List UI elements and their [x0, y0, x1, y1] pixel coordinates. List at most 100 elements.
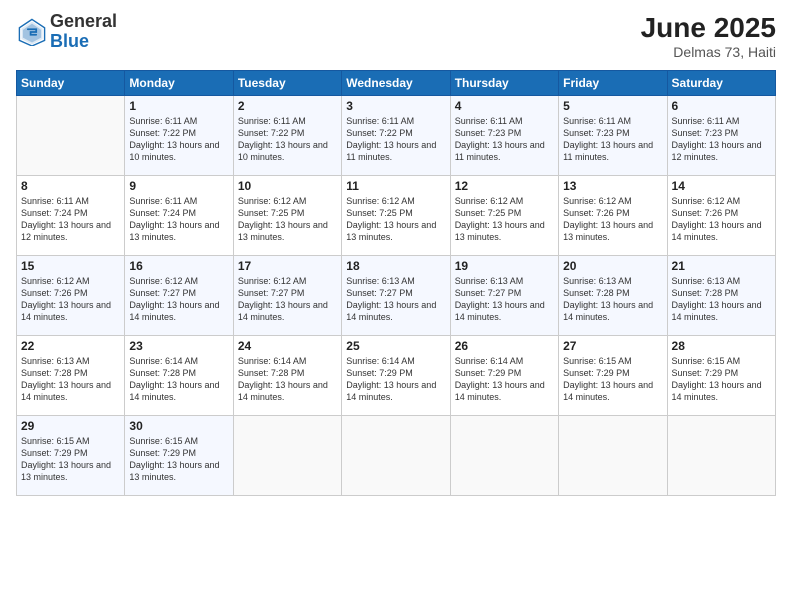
day-info: Sunrise: 6:14 AMSunset: 7:28 PMDaylight:… — [129, 355, 228, 404]
day-info: Sunrise: 6:15 AMSunset: 7:29 PMDaylight:… — [563, 355, 662, 404]
day-number: 5 — [563, 99, 662, 113]
day-number: 23 — [129, 339, 228, 353]
day-info: Sunrise: 6:12 AMSunset: 7:25 PMDaylight:… — [346, 195, 445, 244]
day-info: Sunrise: 6:12 AMSunset: 7:25 PMDaylight:… — [238, 195, 337, 244]
day-info: Sunrise: 6:15 AMSunset: 7:29 PMDaylight:… — [672, 355, 771, 404]
day-info: Sunrise: 6:13 AMSunset: 7:28 PMDaylight:… — [672, 275, 771, 324]
table-row: 4Sunrise: 6:11 AMSunset: 7:23 PMDaylight… — [450, 96, 558, 176]
month-year: June 2025 — [641, 12, 776, 44]
day-info: Sunrise: 6:13 AMSunset: 7:27 PMDaylight:… — [455, 275, 554, 324]
table-row: 28 Sunrise: 6:15 AMSunset: 7:29 PMDayligh… — [667, 336, 775, 416]
day-number: 6 — [672, 99, 771, 113]
table-row: 11 Sunrise: 6:12 AMSunset: 7:25 PMDayligh… — [342, 176, 450, 256]
col-header-wednesday: Wednesday — [342, 71, 450, 96]
day-number: 28 — [672, 339, 771, 353]
day-number: 11 — [346, 179, 445, 193]
day-number: 21 — [672, 259, 771, 273]
table-row: 24 Sunrise: 6:14 AMSunset: 7:28 PMDayligh… — [233, 336, 341, 416]
day-number: 12 — [455, 179, 554, 193]
table-row: 13 Sunrise: 6:12 AMSunset: 7:26 PMDayligh… — [559, 176, 667, 256]
header: General Blue June 2025 Delmas 73, Haiti — [16, 12, 776, 60]
day-number: 19 — [455, 259, 554, 273]
day-info: Sunrise: 6:13 AMSunset: 7:28 PMDaylight:… — [563, 275, 662, 324]
day-number: 13 — [563, 179, 662, 193]
day-info: Sunrise: 6:11 AMSunset: 7:23 PMDaylight:… — [563, 115, 662, 164]
page: General Blue June 2025 Delmas 73, Haiti … — [0, 0, 792, 612]
col-header-friday: Friday — [559, 71, 667, 96]
day-number: 24 — [238, 339, 337, 353]
day-info: Sunrise: 6:11 AMSunset: 7:23 PMDaylight:… — [672, 115, 771, 164]
location: Delmas 73, Haiti — [641, 44, 776, 60]
col-header-thursday: Thursday — [450, 71, 558, 96]
table-row: 26 Sunrise: 6:14 AMSunset: 7:29 PMDayligh… — [450, 336, 558, 416]
day-number: 10 — [238, 179, 337, 193]
table-row — [559, 416, 667, 496]
day-number: 14 — [672, 179, 771, 193]
table-row: 10 Sunrise: 6:12 AMSunset: 7:25 PMDayligh… — [233, 176, 341, 256]
day-info: Sunrise: 6:12 AMSunset: 7:26 PMDaylight:… — [672, 195, 771, 244]
day-info: Sunrise: 6:15 AMSunset: 7:29 PMDaylight:… — [129, 435, 228, 484]
day-number: 9 — [129, 179, 228, 193]
day-number: 2 — [238, 99, 337, 113]
table-row: 29 Sunrise: 6:15 AMSunset: 7:29 PMDayligh… — [17, 416, 125, 496]
table-row: 20Sunrise: 6:13 AMSunset: 7:28 PMDayligh… — [559, 256, 667, 336]
table-row: 8Sunrise: 6:11 AMSunset: 7:24 PMDaylight… — [17, 176, 125, 256]
logo-general-text: General — [50, 12, 117, 32]
day-number: 16 — [129, 259, 228, 273]
day-info: Sunrise: 6:12 AMSunset: 7:27 PMDaylight:… — [129, 275, 228, 324]
day-number: 3 — [346, 99, 445, 113]
day-info: Sunrise: 6:11 AMSunset: 7:22 PMDaylight:… — [238, 115, 337, 164]
day-number: 29 — [21, 419, 120, 433]
calendar-week-1: 1 Sunrise: 6:11 AMSunset: 7:22 PMDaylight… — [17, 96, 776, 176]
day-info: Sunrise: 6:11 AMSunset: 7:24 PMDaylight:… — [21, 195, 120, 244]
col-header-monday: Monday — [125, 71, 233, 96]
day-info: Sunrise: 6:14 AMSunset: 7:29 PMDaylight:… — [346, 355, 445, 404]
calendar-week-4: 22 Sunrise: 6:13 AMSunset: 7:28 PMDayligh… — [17, 336, 776, 416]
day-info: Sunrise: 6:11 AMSunset: 7:24 PMDaylight:… — [129, 195, 228, 244]
day-info: Sunrise: 6:14 AMSunset: 7:29 PMDaylight:… — [455, 355, 554, 404]
day-number: 17 — [238, 259, 337, 273]
calendar-week-5: 29 Sunrise: 6:15 AMSunset: 7:29 PMDayligh… — [17, 416, 776, 496]
day-number: 27 — [563, 339, 662, 353]
day-number: 25 — [346, 339, 445, 353]
day-number: 15 — [21, 259, 120, 273]
table-row: 17 Sunrise: 6:12 AMSunset: 7:27 PMDayligh… — [233, 256, 341, 336]
day-info: Sunrise: 6:11 AMSunset: 7:22 PMDaylight:… — [346, 115, 445, 164]
col-header-tuesday: Tuesday — [233, 71, 341, 96]
calendar-table: SundayMondayTuesdayWednesdayThursdayFrid… — [16, 70, 776, 496]
col-header-saturday: Saturday — [667, 71, 775, 96]
table-row: 27 Sunrise: 6:15 AMSunset: 7:29 PMDayligh… — [559, 336, 667, 416]
table-row: 14 Sunrise: 6:12 AMSunset: 7:26 PMDayligh… — [667, 176, 775, 256]
calendar-week-3: 15 Sunrise: 6:12 AMSunset: 7:26 PMDayligh… — [17, 256, 776, 336]
day-number: 1 — [129, 99, 228, 113]
day-number: 22 — [21, 339, 120, 353]
table-row: 1Sunrise: 6:11 AMSunset: 7:22 PMDaylight… — [125, 96, 233, 176]
table-row: 18Sunrise: 6:13 AMSunset: 7:27 PMDayligh… — [342, 256, 450, 336]
table-row — [17, 96, 125, 176]
day-number: 26 — [455, 339, 554, 353]
table-row — [450, 416, 558, 496]
table-row: 12Sunrise: 6:12 AMSunset: 7:25 PMDayligh… — [450, 176, 558, 256]
calendar-week-2: 8Sunrise: 6:11 AMSunset: 7:24 PMDaylight… — [17, 176, 776, 256]
table-row: 16 Sunrise: 6:12 AMSunset: 7:27 PMDayligh… — [125, 256, 233, 336]
table-row: 19 Sunrise: 6:13 AMSunset: 7:27 PMDayligh… — [450, 256, 558, 336]
day-info: Sunrise: 6:12 AMSunset: 7:26 PMDaylight:… — [563, 195, 662, 244]
table-row: 2 Sunrise: 6:11 AMSunset: 7:22 PMDaylight… — [233, 96, 341, 176]
day-info: Sunrise: 6:15 AMSunset: 7:29 PMDaylight:… — [21, 435, 120, 484]
table-row: 3 Sunrise: 6:11 AMSunset: 7:22 PMDaylight… — [342, 96, 450, 176]
col-header-sunday: Sunday — [17, 71, 125, 96]
calendar-header-row: SundayMondayTuesdayWednesdayThursdayFrid… — [17, 71, 776, 96]
generalblue-icon — [18, 18, 46, 46]
table-row — [667, 416, 775, 496]
day-info: Sunrise: 6:12 AMSunset: 7:26 PMDaylight:… — [21, 275, 120, 324]
day-info: Sunrise: 6:14 AMSunset: 7:28 PMDaylight:… — [238, 355, 337, 404]
day-info: Sunrise: 6:13 AMSunset: 7:27 PMDaylight:… — [346, 275, 445, 324]
table-row — [342, 416, 450, 496]
table-row: 22 Sunrise: 6:13 AMSunset: 7:28 PMDayligh… — [17, 336, 125, 416]
table-row: 21 Sunrise: 6:13 AMSunset: 7:28 PMDayligh… — [667, 256, 775, 336]
table-row: 30 Sunrise: 6:15 AMSunset: 7:29 PMDayligh… — [125, 416, 233, 496]
day-info: Sunrise: 6:12 AMSunset: 7:27 PMDaylight:… — [238, 275, 337, 324]
day-info: Sunrise: 6:13 AMSunset: 7:28 PMDaylight:… — [21, 355, 120, 404]
logo-text: General Blue — [50, 12, 117, 52]
day-number: 30 — [129, 419, 228, 433]
